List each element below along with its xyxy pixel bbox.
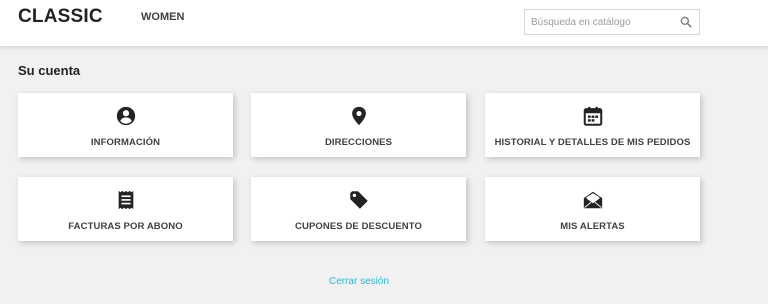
search-icon[interactable] xyxy=(679,15,693,29)
card-label: DIRECCIONES xyxy=(324,137,393,148)
card-direcciones[interactable]: DIRECCIONES xyxy=(251,93,466,157)
site-logo[interactable]: CLASSIC xyxy=(18,6,103,28)
card-label: MIS ALERTAS xyxy=(560,221,625,232)
page-title: Su cuenta xyxy=(18,63,81,78)
open-envelope-icon xyxy=(583,191,602,209)
tag-icon xyxy=(349,191,368,209)
card-label: INFORMACIÓN xyxy=(90,137,161,148)
logout-link[interactable]: Cerrar sesión xyxy=(0,276,718,287)
card-historial-pedidos[interactable]: HISTORIAL Y DETALLES DE MIS PEDIDOS xyxy=(485,93,700,157)
account-circle-icon xyxy=(116,106,135,126)
card-facturas-abono[interactable]: FACTURAS POR ABONO xyxy=(18,177,233,241)
search-input[interactable] xyxy=(525,10,675,34)
card-informacion[interactable]: INFORMACIÓN xyxy=(18,93,233,157)
location-pin-icon xyxy=(351,106,366,126)
receipt-icon xyxy=(118,190,133,210)
card-label: HISTORIAL Y DETALLES DE MIS PEDIDOS xyxy=(494,137,691,148)
search-box xyxy=(524,9,700,35)
card-label: FACTURAS POR ABONO xyxy=(68,221,183,232)
site-header: CLASSIC WOMEN xyxy=(0,0,768,46)
card-cupones-descuento[interactable]: CUPONES DE DESCUENTO xyxy=(251,177,466,241)
card-label: CUPONES DE DESCUENTO xyxy=(295,221,422,232)
calendar-icon xyxy=(583,106,602,126)
nav-item-women[interactable]: WOMEN xyxy=(141,11,184,23)
card-mis-alertas[interactable]: MIS ALERTAS xyxy=(485,177,700,241)
